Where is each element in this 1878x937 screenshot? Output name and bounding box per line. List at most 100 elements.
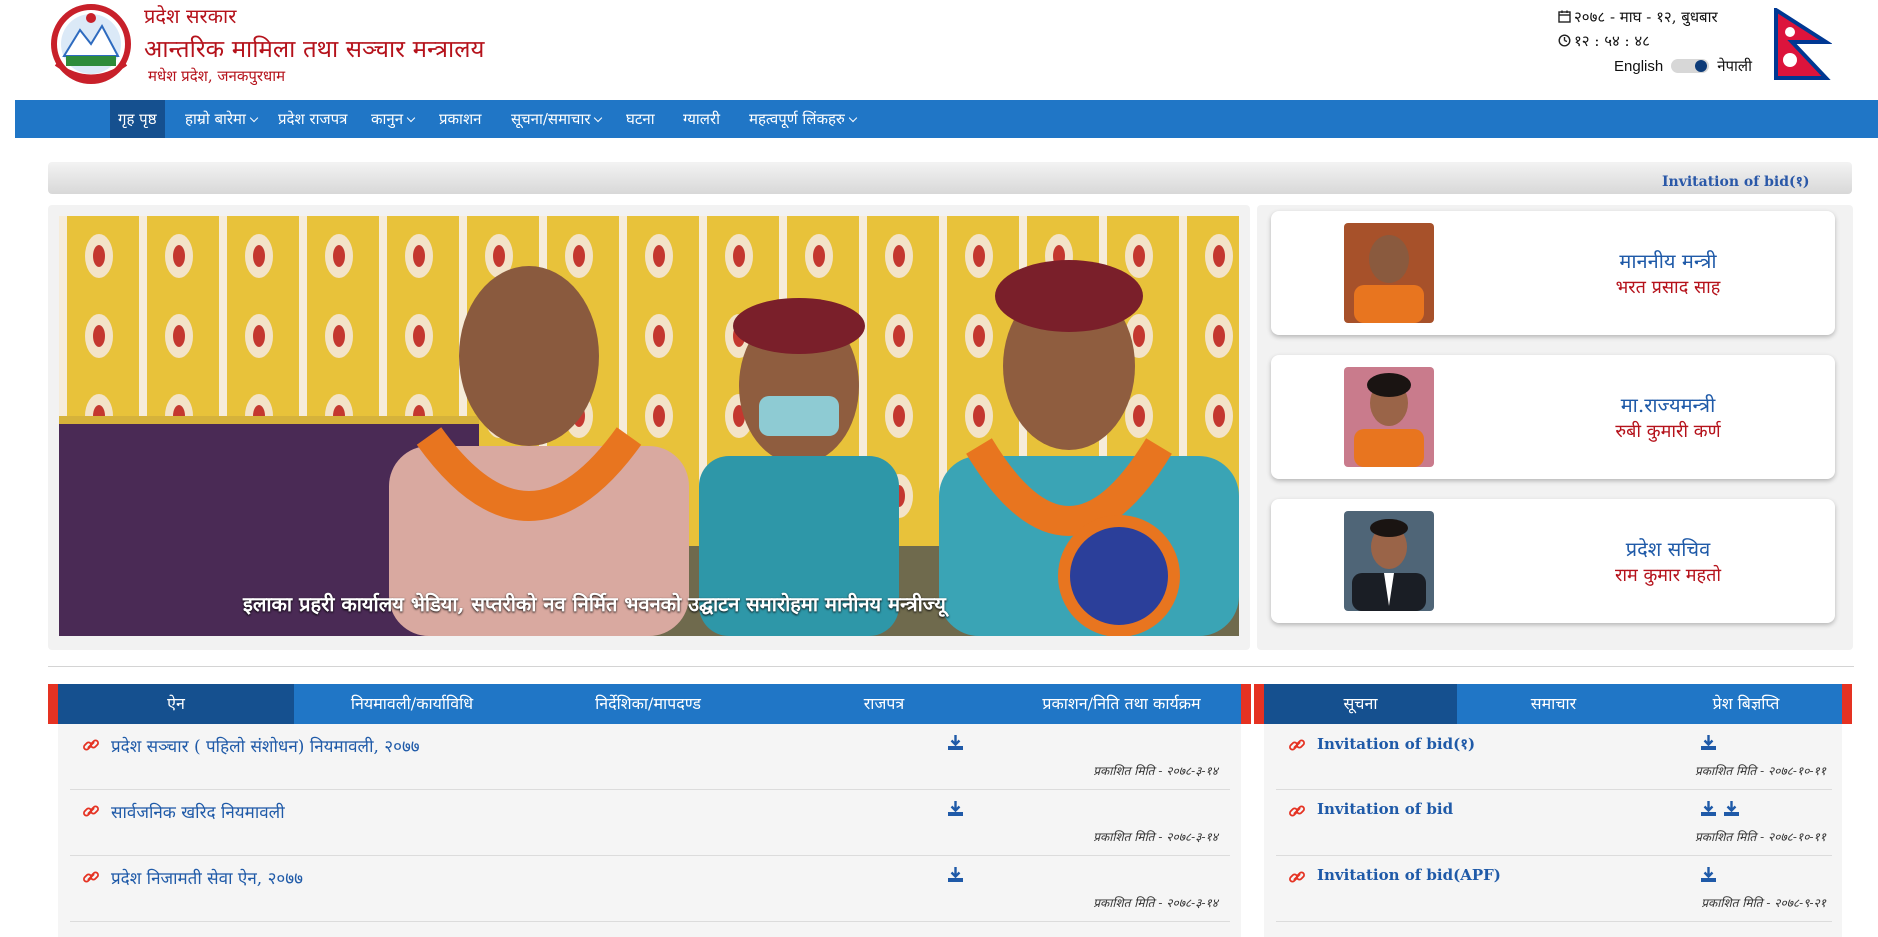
link-icon: [1289, 739, 1305, 751]
official-card-state-minister[interactable]: मा.राज्यमन्त्री रुबी कुमारी कर्ण: [1271, 355, 1835, 479]
nav-important-links[interactable]: महत्वपूर्ण लिंकहरु: [741, 100, 864, 138]
download-icon[interactable]: [947, 734, 964, 751]
notice-title[interactable]: Invitation of bid: [1317, 800, 1453, 818]
official-name: राम कुमार महतो: [1614, 565, 1722, 586]
download-icon[interactable]: [1700, 800, 1717, 817]
notices-tabs: सूचना समाचार प्रेश बिज्ञप्ति: [1254, 684, 1852, 724]
notice-title[interactable]: Invitation of bid(APF): [1317, 866, 1501, 884]
nav-gallery[interactable]: ग्यालरी: [675, 100, 728, 138]
province-location: मधेश प्रदेश, जनकपुरधाम: [148, 67, 286, 85]
published-date: प्रकाशित मिति - २०७८-३-१४: [1093, 764, 1218, 778]
document-title[interactable]: प्रदेश निजामती सेवा ऐन, २०७७: [111, 866, 303, 889]
avatar: [1344, 367, 1434, 467]
image-slider: [48, 205, 1250, 650]
download-icon[interactable]: [947, 800, 964, 817]
nav-provincial-gazette[interactable]: प्रदेश राजपत्र: [270, 100, 355, 138]
download-icon[interactable]: [947, 866, 964, 883]
language-toggle[interactable]: [1671, 59, 1710, 73]
tab-publications-policy[interactable]: प्रकाशन/निति तथा कार्यक्रम: [1002, 684, 1241, 724]
tab-edge-left: [1254, 684, 1264, 724]
current-date: २०७८ - माघ - १२, बुधबार: [1558, 7, 1718, 27]
nav-home[interactable]: गृह पृष्ठ: [110, 100, 165, 138]
avatar: [1344, 511, 1434, 611]
language-switch: English नेपाली: [1614, 56, 1752, 76]
nav-notice-news[interactable]: सूचना/समाचार: [503, 100, 609, 138]
lang-english-label[interactable]: English: [1614, 58, 1663, 75]
org-line-1: प्रदेश सरकार: [144, 4, 237, 28]
chevron-down-icon: [249, 113, 259, 123]
list-item[interactable]: प्रदेश सञ्चार ( पहिलो संशोधन) नियमावली, …: [70, 724, 1230, 790]
nav-label: हाम्रो बारेमा: [185, 110, 246, 128]
slide-photo[interactable]: [59, 216, 1239, 636]
lang-nepali-label[interactable]: नेपाली: [1717, 56, 1752, 76]
list-item[interactable]: Invitation of bid प्रकाशित मिति - २०७८-१…: [1276, 790, 1832, 856]
nav-publication[interactable]: प्रकाशन: [431, 100, 489, 138]
nepal-flag-icon: [1774, 8, 1832, 80]
time-text: १२ : ५४ : ४८: [1574, 32, 1650, 50]
official-card-minister[interactable]: माननीय मन्त्री भरत प्रसाद साह: [1271, 211, 1835, 335]
official-title: मा.राज्यमन्त्री: [1620, 393, 1716, 417]
tab-edge-right: [1241, 684, 1251, 724]
nav-label: गृह पृष्ठ: [118, 110, 157, 128]
official-name: भरत प्रसाद साह: [1615, 277, 1721, 298]
tab-press-release[interactable]: प्रेश बिज्ञप्ति: [1650, 684, 1842, 724]
document-title[interactable]: प्रदेश सञ्चार ( पहिलो संशोधन) नियमावली, …: [111, 734, 420, 757]
nav-label: महत्वपूर्ण लिंकहरु: [749, 110, 845, 128]
government-emblem-logo[interactable]: [46, 4, 136, 84]
nav-about-us[interactable]: हाम्रो बारेमा: [177, 100, 265, 138]
date-text: २०७८ - माघ - १२, बुधबार: [1574, 8, 1718, 26]
link-icon: [83, 871, 99, 883]
nav-law[interactable]: कानुन: [363, 100, 422, 138]
download-buttons: [947, 734, 964, 751]
list-item[interactable]: प्रदेश निजामती सेवा ऐन, २०७७ प्रकाशित मि…: [70, 856, 1230, 922]
news-ticker: Invitation of bid(१): [48, 162, 1852, 194]
tab-edge-left: [48, 684, 58, 724]
clock-icon: [1558, 34, 1571, 47]
official-card-secretary[interactable]: प्रदेश सचिव राम कुमार महतो: [1271, 499, 1835, 623]
current-time: १२ : ५४ : ४८: [1558, 31, 1650, 51]
slide-caption: इलाका प्रहरी कार्यालय भेडिया, सप्तरीको न…: [243, 592, 946, 616]
nav-label: प्रदेश राजपत्र: [278, 110, 348, 128]
published-date: प्रकाशित मिति - २०७८-३-१४: [1093, 896, 1218, 910]
nav-label: सूचना/समाचार: [511, 110, 591, 128]
ticker-link[interactable]: Invitation of bid(१): [1662, 172, 1810, 191]
published-date: प्रकाशित मिति - २०७८-३-१४: [1093, 830, 1218, 844]
tab-guidelines[interactable]: निर्देशिका/मापदण्ड: [530, 684, 766, 724]
nav-label: ग्यालरी: [683, 110, 720, 128]
list-item[interactable]: सार्वजनिक खरिद नियमावली प्रकाशित मिति - …: [70, 790, 1230, 856]
ministry-name: आन्तरिक मामिला तथा सञ्चार मन्त्रालय: [144, 35, 485, 63]
avatar: [1344, 223, 1434, 323]
download-buttons: [947, 866, 964, 883]
download-icon[interactable]: [1700, 734, 1717, 751]
official-name: रुबी कुमारी कर्ण: [1615, 421, 1721, 442]
published-date: प्रकाशित मिति - २०७८-१०-११: [1694, 764, 1826, 778]
tab-regulations[interactable]: नियमावली/कार्याविधि: [294, 684, 530, 724]
download-icon[interactable]: [1700, 866, 1717, 883]
link-icon: [1289, 805, 1305, 817]
link-icon: [1289, 871, 1305, 883]
tab-acts[interactable]: ऐन: [58, 684, 294, 724]
nav-label: प्रकाशन: [439, 110, 482, 128]
tab-gazette[interactable]: राजपत्र: [766, 684, 1002, 724]
download-buttons: [947, 800, 964, 817]
published-date: प्रकाशित मिति - २०७८-९-२१: [1701, 896, 1826, 910]
slide-image: [59, 216, 1239, 636]
tab-news[interactable]: समाचार: [1457, 684, 1650, 724]
published-date: प्रकाशित मिति - २०७८-१०-११: [1694, 830, 1826, 844]
list-item[interactable]: Invitation of bid(१) प्रकाशित मिति - २०७…: [1276, 724, 1832, 790]
download-buttons: [1700, 734, 1717, 751]
official-title: माननीय मन्त्री: [1619, 249, 1717, 273]
nav-events[interactable]: घटना: [618, 100, 663, 138]
main-navigation: गृह पृष्ठ हाम्रो बारेमा प्रदेश राजपत्र क…: [15, 100, 1878, 138]
link-icon: [83, 739, 99, 751]
list-item[interactable]: Invitation of bid(APF) प्रकाशित मिति - २…: [1276, 856, 1832, 922]
nav-label: कानुन: [371, 110, 404, 128]
chevron-down-icon: [594, 113, 603, 123]
download-icon[interactable]: [1723, 800, 1740, 817]
notice-title[interactable]: Invitation of bid(१): [1317, 734, 1475, 754]
link-icon: [83, 805, 99, 817]
tab-notice[interactable]: सूचना: [1264, 684, 1457, 724]
toggle-knob: [1695, 60, 1708, 72]
chevron-down-icon: [848, 113, 858, 123]
document-title[interactable]: सार्वजनिक खरिद नियमावली: [111, 800, 285, 823]
